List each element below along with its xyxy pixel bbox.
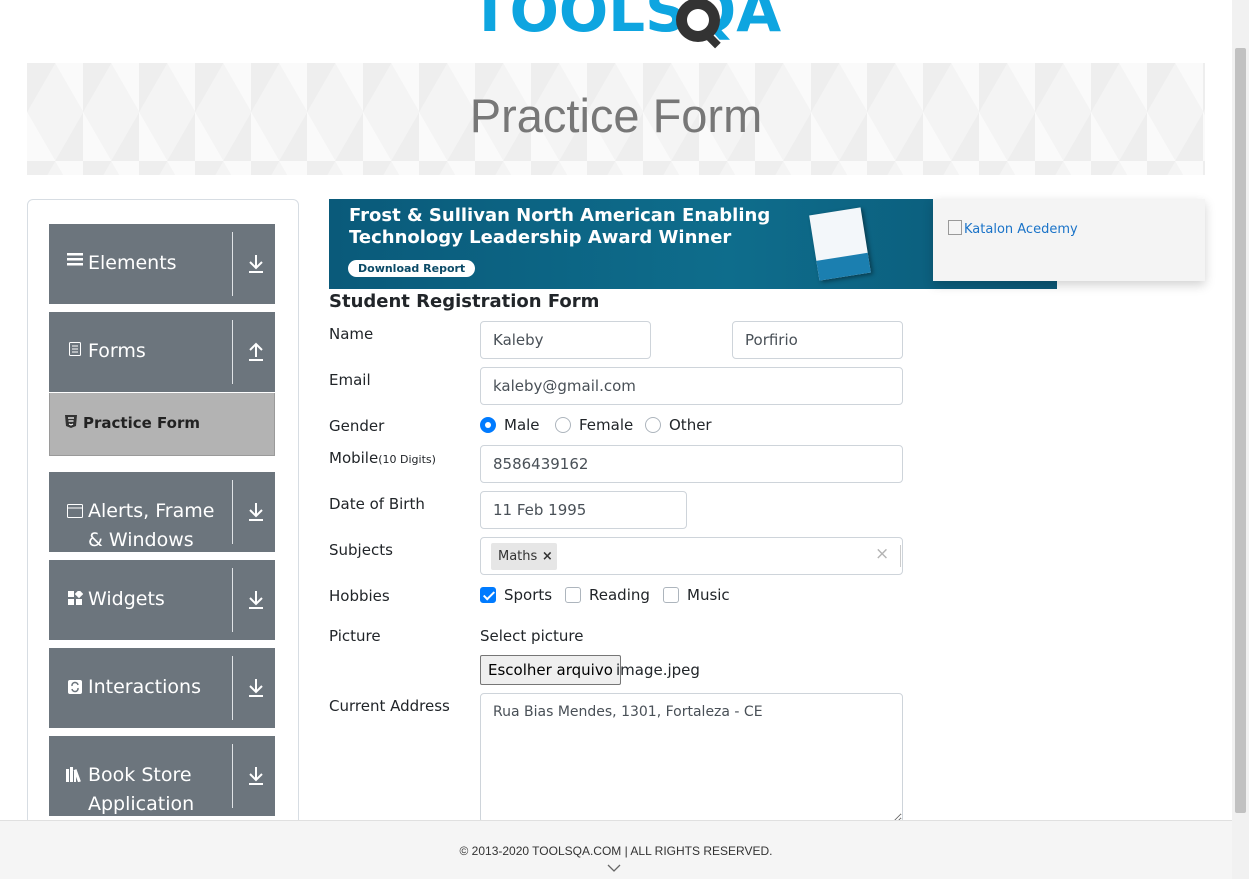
footer: © 2013-2020 TOOLSQA.COM | ALL RIGHTS RES…: [0, 820, 1232, 879]
sidebar-group-label: Interactions: [88, 676, 201, 698]
checkbox[interactable]: [663, 587, 679, 603]
divider: [232, 656, 233, 720]
html5-icon: [65, 415, 77, 432]
mobile-label: Mobile(10 Digits): [329, 449, 436, 467]
radio-label: Male: [504, 416, 540, 434]
gender-radio-other[interactable]: Other: [645, 416, 712, 434]
download-arrow-icon[interactable]: [245, 588, 267, 612]
checkbox-label: Music: [687, 586, 730, 604]
form-title: Student Registration Form: [329, 291, 600, 312]
mobile-hint: (10 Digits): [378, 453, 436, 466]
checkbox-label: Reading: [589, 586, 650, 604]
email-label: Email: [329, 371, 371, 389]
dob-label: Date of Birth: [329, 495, 425, 513]
ad-side-panel: Katalon Acedemy: [933, 199, 1205, 281]
checkbox[interactable]: [565, 587, 581, 603]
address-label: Current Address: [329, 697, 450, 715]
divider: [232, 568, 233, 632]
clear-icon[interactable]: ×: [875, 544, 889, 564]
logo-text: TOOLSQA: [470, 0, 781, 45]
gender-radio-female[interactable]: Female: [555, 416, 633, 434]
first-name-input[interactable]: Kaleby: [480, 321, 651, 359]
hobbies-label: Hobbies: [329, 587, 390, 605]
download-arrow-icon[interactable]: [245, 676, 267, 700]
radio-label: Female: [579, 416, 634, 434]
subject-tag-label: Maths: [498, 549, 538, 564]
radio-button[interactable]: [645, 417, 661, 433]
hobby-checkbox-reading[interactable]: Reading: [565, 586, 650, 604]
gender-radio-male[interactable]: Male: [480, 416, 540, 434]
checkbox[interactable]: [480, 587, 496, 603]
sidebar-group-widgets[interactable]: Widgets: [49, 560, 275, 640]
page-scrollbar[interactable]: [1232, 0, 1249, 879]
divider: [232, 320, 233, 384]
name-label: Name: [329, 325, 374, 343]
sidebar-item-label: Practice Form: [83, 414, 200, 432]
sidebar-group-alerts[interactable]: Alerts, Frame & Windows: [49, 472, 275, 552]
hobby-checkbox-music[interactable]: Music: [663, 586, 730, 604]
sidebar-group-label: Widgets: [88, 588, 165, 610]
choose-file-button[interactable]: Escolher arquivo: [480, 655, 621, 685]
radio-label: Other: [669, 416, 712, 434]
radio-button[interactable]: [555, 417, 571, 433]
scrollbar-thumb[interactable]: [1235, 48, 1246, 813]
copyright-text: © 2013-2020 TOOLSQA.COM | ALL RIGHTS RES…: [459, 844, 773, 858]
document-icon: [66, 341, 84, 360]
sidebar-group-elements[interactable]: Elements: [49, 224, 275, 304]
sidebar: Elements Forms Practice Form Alerts, Fra…: [27, 199, 299, 839]
download-arrow-icon[interactable]: [245, 252, 267, 276]
mobile-label-text: Mobile: [329, 449, 379, 467]
sidebar-group-forms[interactable]: Forms: [49, 312, 275, 392]
last-name-input[interactable]: Porfirio: [732, 321, 903, 359]
checkbox-label: Sports: [504, 586, 553, 604]
sidebar-group-book-store[interactable]: Book Store Application: [49, 736, 275, 816]
picture-label: Picture: [329, 627, 381, 645]
divider: [232, 480, 233, 544]
sidebar-group-label: Forms: [88, 340, 146, 362]
select-picture-label: Select picture: [480, 627, 584, 645]
page-header-banner: Practice Form: [27, 63, 1205, 175]
remove-tag-icon[interactable]: ×: [537, 543, 557, 570]
current-address-textarea[interactable]: Rua Bias Mendes, 1301, Fortaleza - CE: [480, 693, 903, 823]
selected-file-name: image.jpeg: [616, 661, 700, 679]
sidebar-group-label: Alerts, Frame & Windows: [88, 500, 215, 551]
date-of-birth-input[interactable]: 11 Feb 1995: [480, 491, 687, 529]
report-image: [809, 207, 871, 281]
ad-headline-line: Frost & Sullivan North American Enabling: [349, 205, 771, 226]
toolsqa-logo[interactable]: TOOLSQA: [470, 0, 790, 56]
mobile-input[interactable]: 8586439162: [480, 445, 903, 483]
subject-tag: Maths ×: [491, 543, 558, 570]
divider: [232, 232, 233, 296]
sidebar-group-interactions[interactable]: Interactions: [49, 648, 275, 728]
window-icon: [66, 503, 84, 522]
subjects-label: Subjects: [329, 541, 393, 559]
sidebar-group-label: Book Store Application: [88, 764, 195, 815]
upload-arrow-icon[interactable]: [245, 340, 267, 364]
hamburger-icon: [66, 251, 84, 270]
divider: [232, 744, 233, 808]
gender-label: Gender: [329, 417, 385, 435]
sidebar-item-practice-form[interactable]: Practice Form: [49, 393, 275, 456]
interactions-icon: [66, 679, 84, 698]
page-title: Practice Form: [469, 89, 763, 142]
download-arrow-icon[interactable]: [245, 500, 267, 524]
ad-headline: Frost & Sullivan North American Enabling…: [349, 205, 770, 249]
download-report-button[interactable]: Download Report: [348, 260, 476, 277]
radio-button[interactable]: [480, 417, 496, 433]
broken-image-link[interactable]: Katalon Acedemy: [948, 220, 1078, 237]
ad-headline-line: Technology Leadership Award Winner: [349, 227, 732, 248]
sidebar-group-label: Elements: [88, 252, 177, 274]
hobby-checkbox-sports[interactable]: Sports: [480, 586, 552, 604]
chevron-down-icon[interactable]: [607, 863, 621, 873]
download-arrow-icon[interactable]: [245, 764, 267, 788]
select-separator: [900, 545, 901, 567]
books-icon: [66, 767, 84, 786]
widgets-icon: [66, 589, 84, 610]
email-input[interactable]: kaleby@gmail.com: [480, 367, 903, 405]
